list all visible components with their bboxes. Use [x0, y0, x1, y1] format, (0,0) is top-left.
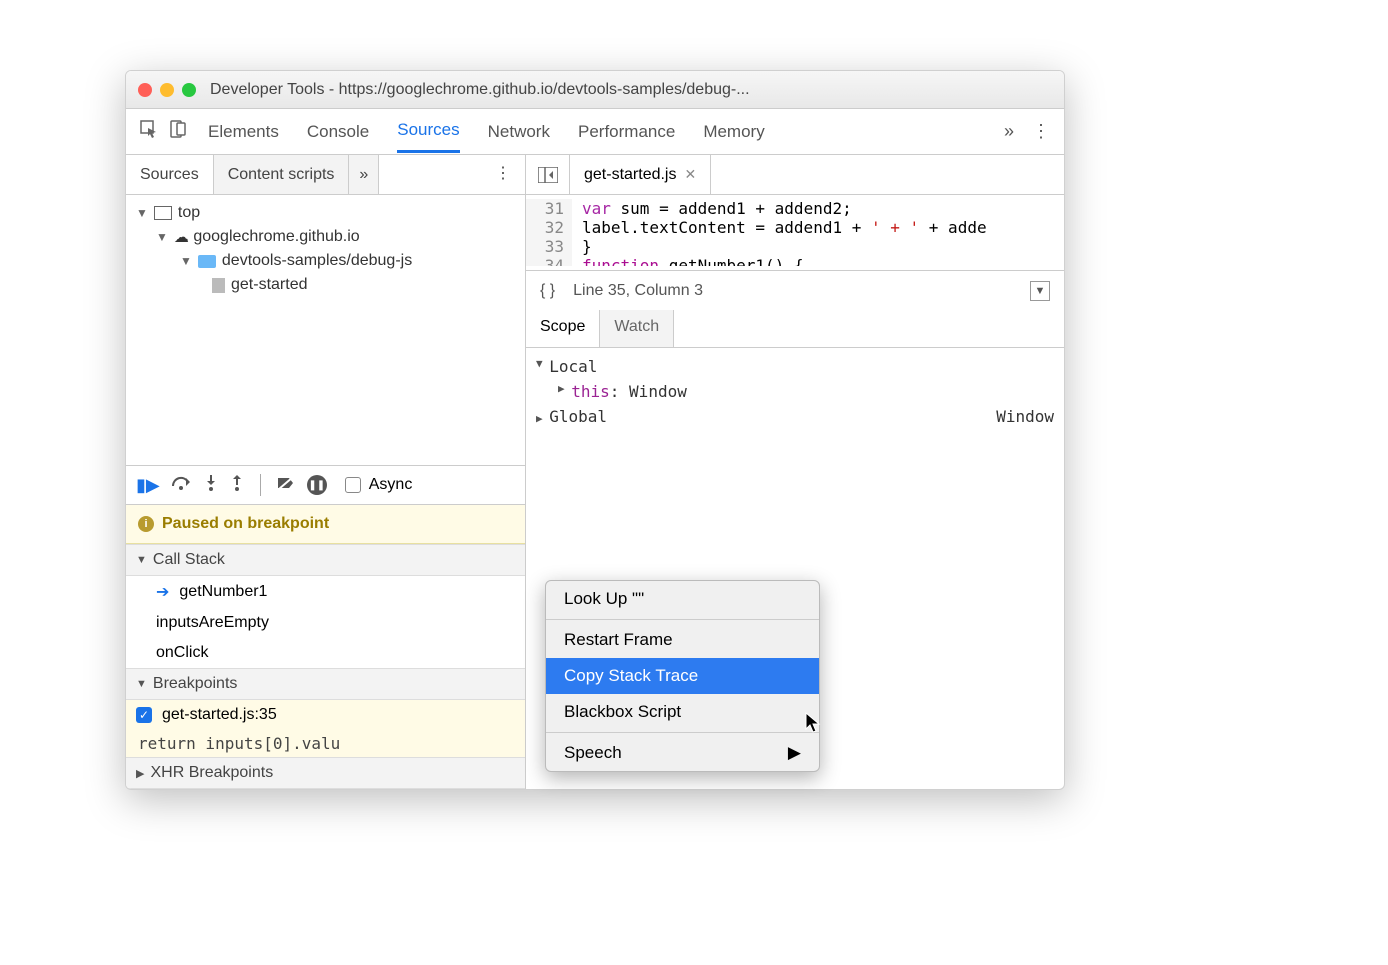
- step-over-icon[interactable]: [172, 476, 192, 495]
- navigator-kebab-icon[interactable]: ⋮: [481, 155, 525, 194]
- debugger-controls: ▮▶ ❚❚ Async: [126, 465, 525, 505]
- breakpoint-checkbox[interactable]: ✓: [136, 707, 152, 723]
- tree-file-label: get-started: [231, 276, 307, 294]
- editor-statusbar: { } Line 35, Column 3 ▼: [526, 270, 1064, 310]
- ctx-restart-frame[interactable]: Restart Frame: [546, 622, 819, 658]
- pretty-print-icon[interactable]: { }: [540, 282, 555, 300]
- close-window-icon[interactable]: [138, 83, 152, 97]
- navigator-tabs: Sources Content scripts » ⋮: [126, 155, 525, 195]
- tab-scope[interactable]: Scope: [526, 310, 600, 347]
- context-menu: Look Up "" Restart Frame Copy Stack Trac…: [545, 580, 820, 772]
- scope-this[interactable]: ▶ this: Window: [536, 379, 1054, 404]
- more-panels-icon[interactable]: »: [1004, 121, 1014, 142]
- call-stack-header[interactable]: ▼Call Stack: [126, 544, 525, 576]
- step-out-icon[interactable]: [230, 475, 244, 496]
- subtab-more-icon[interactable]: »: [349, 155, 379, 194]
- cursor-position: Line 35, Column 3: [573, 282, 703, 300]
- tab-network[interactable]: Network: [488, 112, 550, 152]
- tab-elements[interactable]: Elements: [208, 112, 279, 152]
- statusbar-dropdown-icon[interactable]: ▼: [1030, 281, 1050, 301]
- panel-tabs: Elements Console Sources Network Perform…: [208, 110, 1004, 153]
- tree-domain[interactable]: ▼☁ googlechrome.github.io: [136, 225, 515, 249]
- tab-performance[interactable]: Performance: [578, 112, 675, 152]
- ctx-speech[interactable]: Speech▶: [546, 735, 819, 771]
- tree-file[interactable]: get-started: [136, 273, 515, 297]
- traffic-lights: [138, 83, 196, 97]
- editor-tabs: get-started.js ✕: [526, 155, 1064, 195]
- tree-folder-label: devtools-samples/debug-js: [222, 252, 412, 270]
- window-title: Developer Tools - https://googlechrome.g…: [210, 81, 750, 99]
- ctx-lookup[interactable]: Look Up "": [546, 581, 819, 617]
- inspect-icon[interactable]: [140, 120, 158, 143]
- async-checkbox[interactable]: [345, 477, 361, 493]
- paused-text: Paused on breakpoint: [162, 515, 329, 533]
- stack-frame-current[interactable]: ➔getNumber1: [126, 576, 525, 608]
- breakpoint-preview: return inputs[0].valu: [126, 730, 525, 757]
- tree-top-label: top: [178, 204, 200, 222]
- device-toggle-icon[interactable]: [170, 120, 186, 143]
- tree-domain-label: googlechrome.github.io: [193, 228, 359, 246]
- stack-frame[interactable]: onClick: [126, 638, 525, 668]
- resume-icon[interactable]: ▮▶: [136, 475, 160, 496]
- tree-folder[interactable]: ▼devtools-samples/debug-js: [136, 249, 515, 273]
- scope-tabs: Scope Watch: [526, 310, 1064, 348]
- minimize-window-icon[interactable]: [160, 83, 174, 97]
- subtab-content-scripts[interactable]: Content scripts: [214, 155, 350, 194]
- tab-sources[interactable]: Sources: [397, 110, 459, 153]
- scope-panel: ▼ Local ▶ this: Window ▶ GlobalWindow: [526, 348, 1064, 435]
- deactivate-breakpoints-icon[interactable]: [277, 475, 295, 496]
- main-toolbar: Elements Console Sources Network Perform…: [126, 109, 1064, 155]
- tab-memory[interactable]: Memory: [703, 112, 764, 152]
- pause-on-exceptions-icon[interactable]: ❚❚: [307, 475, 327, 495]
- toggle-navigator-icon[interactable]: [526, 155, 570, 194]
- async-label: Async: [369, 476, 413, 494]
- close-tab-icon[interactable]: ✕: [684, 166, 696, 183]
- breakpoint-item[interactable]: ✓ get-started.js:35: [126, 700, 525, 730]
- navigator-pane: Sources Content scripts » ⋮ ▼top ▼☁ goog…: [126, 155, 526, 789]
- breakpoints-header[interactable]: ▼Breakpoints: [126, 668, 525, 700]
- scope-global[interactable]: ▶ GlobalWindow: [536, 404, 1054, 429]
- stack-frame[interactable]: inputsAreEmpty: [126, 608, 525, 638]
- file-tab-label: get-started.js: [584, 166, 676, 184]
- ctx-blackbox-script[interactable]: Blackbox Script: [546, 694, 819, 730]
- code-editor[interactable]: 31var sum = addend1 + addend2; 32label.t…: [526, 195, 1064, 270]
- file-tree: ▼top ▼☁ googlechrome.github.io ▼devtools…: [126, 195, 525, 465]
- current-frame-icon: ➔: [156, 582, 169, 602]
- cloud-icon: ☁: [174, 228, 189, 246]
- ctx-copy-stack-trace[interactable]: Copy Stack Trace: [546, 658, 819, 694]
- folder-icon: [198, 255, 216, 268]
- breakpoint-label: get-started.js:35: [162, 706, 277, 724]
- titlebar: Developer Tools - https://googlechrome.g…: [126, 71, 1064, 109]
- tab-console[interactable]: Console: [307, 112, 369, 152]
- subtab-sources[interactable]: Sources: [126, 155, 214, 194]
- step-into-icon[interactable]: [204, 475, 218, 496]
- scope-local[interactable]: ▼ Local: [536, 354, 1054, 379]
- tab-watch[interactable]: Watch: [600, 310, 674, 347]
- settings-kebab-icon[interactable]: ⋮: [1032, 121, 1050, 142]
- file-icon: [212, 278, 225, 293]
- tree-top[interactable]: ▼top: [136, 201, 515, 225]
- paused-banner: i Paused on breakpoint: [126, 505, 525, 544]
- xhr-breakpoints-header[interactable]: ▶XHR Breakpoints: [126, 757, 525, 789]
- async-toggle[interactable]: Async: [345, 476, 413, 494]
- file-tab[interactable]: get-started.js ✕: [570, 155, 711, 194]
- zoom-window-icon[interactable]: [182, 83, 196, 97]
- info-icon: i: [138, 516, 154, 532]
